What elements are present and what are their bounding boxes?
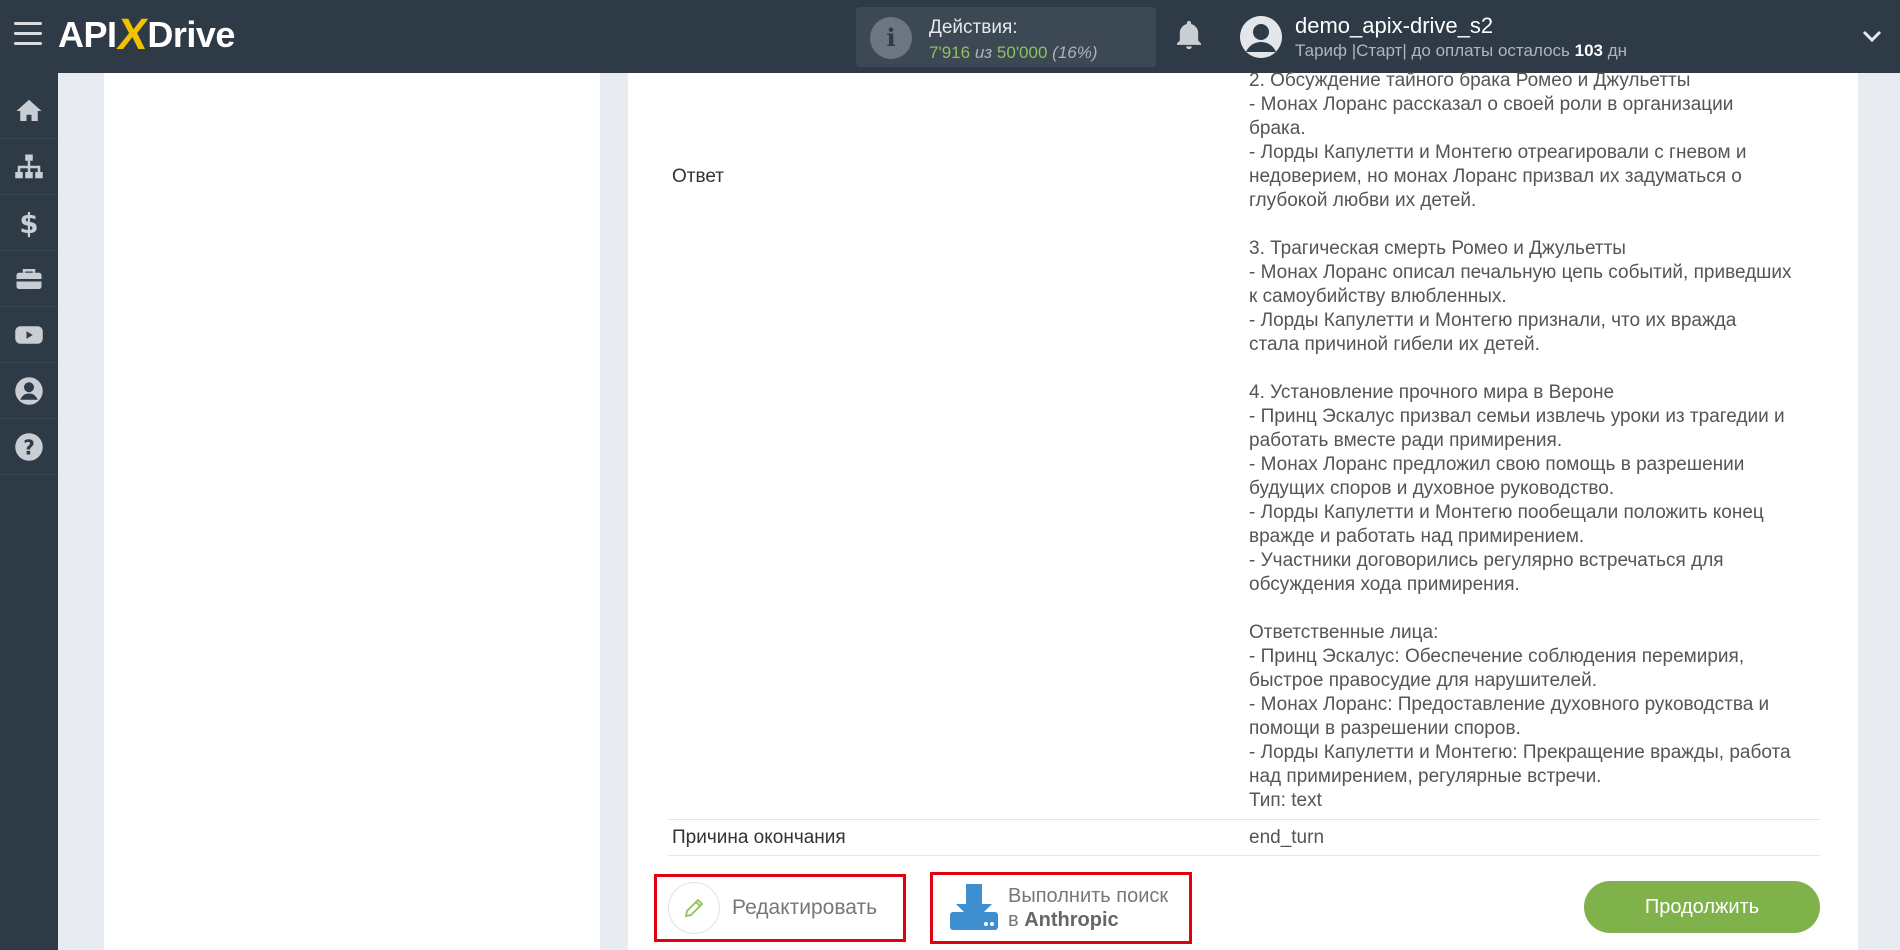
youtube-icon <box>15 325 43 344</box>
briefcase-icon <box>16 268 42 289</box>
answer-line: к самоубийству влюбленных. <box>1249 286 1507 307</box>
answer-line: Тип: text <box>1249 790 1322 811</box>
search-label-line2: в Anthropic <box>1008 908 1168 932</box>
answer-line: брака. <box>1249 118 1306 139</box>
answer-line: 2. Обсуждение тайного брака Ромео и Джул… <box>1249 70 1691 91</box>
search-label-prefix: в <box>1008 909 1019 931</box>
actions-of: из <box>974 43 993 62</box>
finish-reason-label: Причина окончания <box>672 827 846 848</box>
answer-line: - Принц Эскалус призвал семьи извлечь ур… <box>1249 406 1785 427</box>
svg-text:$: $ <box>19 208 38 238</box>
answer-line: вражде и работать над примирением. <box>1249 526 1585 547</box>
answer-line: - Монах Лоранс рассказал о своей роли в … <box>1249 94 1734 115</box>
answer-line: Ответственные лица: <box>1249 622 1439 643</box>
answer-line <box>1249 597 1829 621</box>
sidebar-item-billing[interactable]: $ <box>0 195 58 251</box>
sidebar-item-services[interactable] <box>0 251 58 307</box>
sidebar-item-profile[interactable] <box>0 363 58 419</box>
answer-line: обсуждения хода примирения. <box>1249 574 1520 595</box>
answer-label: Ответ <box>672 166 724 187</box>
search-button-label: Выполнить поиск в Anthropic <box>1008 884 1168 932</box>
sidebar-item-connections[interactable] <box>0 139 58 195</box>
sidebar: $ ? <box>0 73 58 950</box>
continue-button[interactable]: Продолжить <box>1584 881 1820 933</box>
user-plan: Тариф |Старт| до оплаты осталось 103 дн <box>1295 41 1627 61</box>
answer-line: будущих споров и духовное руководство. <box>1249 478 1615 499</box>
logo[interactable]: API X Drive <box>58 10 235 59</box>
edit-button-label: Редактировать <box>732 896 878 919</box>
answer-line: быстрое правосудие для нарушителей. <box>1249 670 1597 691</box>
svg-text:?: ? <box>23 435 35 459</box>
answer-line: недоверием, но монах Лоранс призвал их з… <box>1249 166 1742 187</box>
answer-line: над примирением, регулярные встречи. <box>1249 766 1602 787</box>
answer-line: - Лорды Капулетти и Монтегю пообещали по… <box>1249 502 1764 523</box>
logo-text-left: API <box>58 14 117 55</box>
answer-line: - Лорды Капулетти и Монтегю признали, чт… <box>1249 310 1737 331</box>
actions-counts: 7'916 из 50'000 (16%) <box>929 43 1098 63</box>
divider <box>668 855 1820 856</box>
sidebar-item-home[interactable] <box>0 83 58 139</box>
answer-line: - Участники договорились регулярно встре… <box>1249 550 1724 571</box>
answer-line: - Лорды Капулетти и Монтегю отреагировал… <box>1249 142 1747 163</box>
actions-percent: (16%) <box>1052 43 1098 62</box>
edit-button[interactable]: Редактировать <box>668 880 893 936</box>
answer-line: глубокой любви их детей. <box>1249 190 1477 211</box>
logo-x: X <box>114 10 150 59</box>
actions-label: Действия: <box>929 17 1018 38</box>
avatar[interactable] <box>1240 16 1282 58</box>
download-icon <box>950 884 998 930</box>
answer-line: 4. Установление прочного мира в Вероне <box>1249 382 1615 403</box>
answer-line: - Монах Лоранс предложил свою помощь в р… <box>1249 454 1745 475</box>
info-icon: i <box>870 17 912 59</box>
answer-line <box>1249 213 1829 237</box>
actions-used: 7'916 <box>929 43 971 62</box>
top-bar: API X Drive i Действия: 7'916 из 50'000 (1… <box>0 0 1900 73</box>
plan-days: 103 <box>1574 41 1604 60</box>
divider <box>668 819 1820 820</box>
plan-days-unit: дн <box>1607 41 1628 60</box>
sidebar-item-video[interactable] <box>0 307 58 363</box>
user-icon <box>15 376 43 405</box>
left-panel <box>104 73 600 950</box>
actions-counter[interactable]: i Действия: 7'916 из 50'000 (16%) <box>856 7 1156 67</box>
actions-total: 50'000 <box>996 43 1048 62</box>
answer-line: - Монах Лоранс: Предоставление духовного… <box>1249 694 1770 715</box>
plan-text: Тариф |Старт| до оплаты осталось <box>1295 41 1570 60</box>
answer-value: 2. Обсуждение тайного брака Ромео и Джул… <box>1249 69 1829 813</box>
sidebar-item-help[interactable]: ? <box>0 419 58 475</box>
home-icon <box>16 99 42 121</box>
answer-line: помощи в разрешении споров. <box>1249 718 1521 739</box>
answer-line: - Монах Лоранс описал печальную цепь соб… <box>1249 262 1792 283</box>
pencil-icon <box>668 882 720 934</box>
user-name[interactable]: demo_apix-drive_s2 <box>1295 13 1493 39</box>
search-label-service: Anthropic <box>1024 909 1119 931</box>
sitemap-icon <box>15 154 43 178</box>
answer-line: работать вместе ради примирения. <box>1249 430 1563 451</box>
answer-line: - Принц Эскалус: Обеспечение соблюдения … <box>1249 646 1745 667</box>
dollar-icon: $ <box>19 208 38 238</box>
answer-line: стала причиной гибели их детей. <box>1249 334 1540 355</box>
logo-text-right: Drive <box>147 14 235 55</box>
chevron-down-icon[interactable] <box>1860 24 1884 48</box>
answer-line: 3. Трагическая смерть Ромео и Джульетты <box>1249 238 1626 259</box>
finish-reason-value: end_turn <box>1249 827 1325 848</box>
search-in-anthropic-button[interactable]: Выполнить поиск в Anthropic <box>948 878 1188 938</box>
answer-line: - Лорды Капулетти и Монтегю: Прекращение… <box>1249 742 1791 763</box>
bell-icon[interactable] <box>1172 18 1212 58</box>
menu-icon[interactable] <box>14 22 42 48</box>
answer-line <box>1249 357 1829 381</box>
search-label-line1: Выполнить поиск <box>1008 885 1169 907</box>
help-icon: ? <box>15 432 43 461</box>
